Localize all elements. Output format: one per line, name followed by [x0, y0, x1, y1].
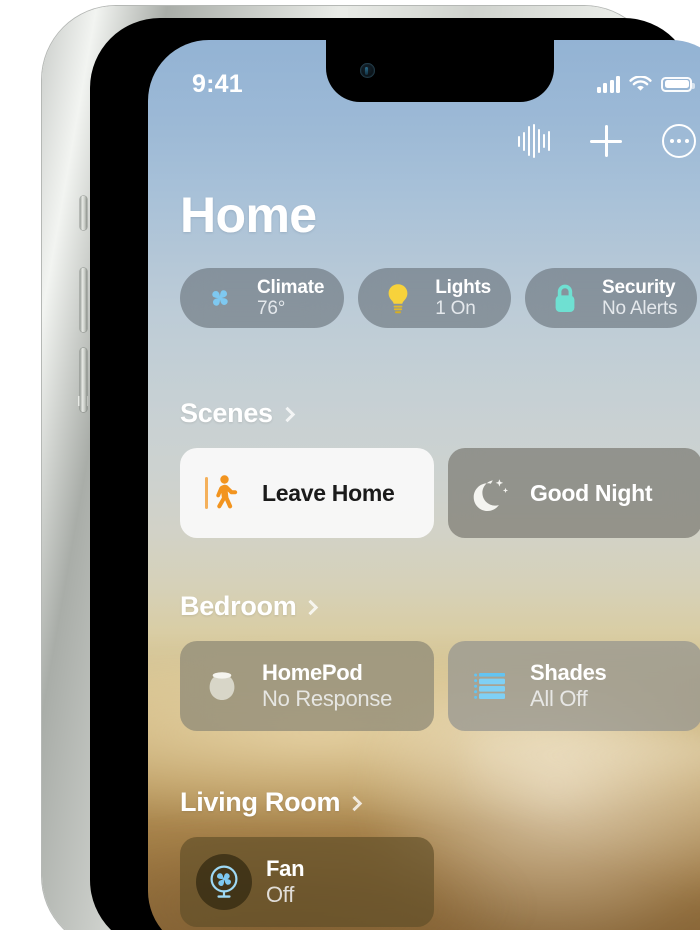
add-accessory-button[interactable] [590, 125, 622, 157]
front-camera-icon [360, 63, 375, 78]
status-pill-title: Climate [257, 276, 325, 298]
chevron-right-icon [346, 795, 363, 811]
status-pill-row: Climate 76° Lights 1 On Security No Aler… [180, 268, 700, 328]
section-header-living-room[interactable]: Living Room [180, 787, 363, 818]
status-pill-climate[interactable]: Climate 76° [180, 268, 345, 328]
fan-icon [210, 865, 238, 898]
display-notch [326, 40, 554, 102]
tile-title: Shades [530, 660, 607, 686]
accessory-tile-homepod[interactable]: HomePod No Response [180, 641, 434, 731]
volume-up-button[interactable] [80, 268, 87, 332]
tile-title: HomePod [262, 660, 363, 686]
scene-tile-leave-home[interactable]: Leave Home [180, 448, 434, 538]
status-pill-text: Climate 76° [257, 277, 324, 320]
screenshot-root: 9:41 Home Climate 76° Lights 1 On Securi… [0, 0, 700, 930]
chevron-right-icon [303, 599, 319, 615]
battery-icon [661, 76, 695, 92]
section-title: Scenes [180, 398, 273, 428]
lock-icon [539, 272, 591, 324]
status-pill-text: Security No Alerts [602, 277, 677, 320]
volume-down-button[interactable] [80, 348, 87, 412]
status-pill-security[interactable]: Security No Alerts [525, 268, 698, 328]
status-clock: 9:41 [192, 69, 243, 98]
wifi-icon [629, 75, 652, 91]
section-header-bedroom[interactable]: Bedroom [180, 591, 319, 622]
siri-waveform-icon[interactable] [517, 124, 550, 158]
tile-title: Fan [266, 856, 305, 882]
tile-subtitle: All Off [530, 686, 588, 711]
status-pill-value: 1 On [435, 298, 476, 319]
tile-title: Leave Home [262, 479, 395, 506]
section-header-scenes[interactable]: Scenes [180, 398, 296, 429]
accessory-tile-fan[interactable]: Fan Off [180, 837, 434, 927]
phone-screen: 9:41 Home Climate 76° Lights 1 On Securi… [148, 40, 700, 930]
tile-subtitle: Off [266, 882, 295, 907]
tile-title: Good Night [530, 479, 653, 506]
tile-text: HomePod No Response [262, 660, 392, 711]
more-options-button[interactable] [662, 124, 696, 158]
moon-stars-icon [464, 467, 516, 519]
tile-row-living-room: Fan Off [180, 837, 434, 927]
status-pill-title: Security [602, 276, 676, 298]
home-toolbar [517, 124, 696, 158]
camera-lens [365, 66, 368, 75]
ring-silent-switch[interactable] [80, 196, 87, 230]
more-options-icon [662, 124, 696, 158]
status-pill-title: Lights [435, 276, 492, 298]
scene-tile-good-night[interactable]: Good Night [448, 448, 700, 538]
section-title: Living Room [180, 787, 341, 817]
chevron-right-icon [279, 406, 296, 422]
fan-icon [194, 272, 246, 324]
page-title: Home [180, 187, 317, 243]
tile-text: Shades All Off [530, 660, 607, 711]
tile-text: Fan Off [266, 856, 305, 907]
lightbulb-icon [372, 272, 424, 324]
status-pill-lights[interactable]: Lights 1 On [358, 268, 512, 328]
frame-nub [338, 8, 348, 18]
fan-icon-button[interactable] [196, 854, 252, 910]
status-pill-value: No Alerts [602, 298, 678, 319]
tile-text: Good Night [530, 480, 652, 507]
home-content: Home Climate 76° Lights 1 On Security No… [148, 40, 700, 930]
status-pill-text: Lights 1 On [435, 277, 491, 320]
plus-icon [590, 125, 622, 157]
walking-person-icon [196, 467, 248, 519]
phone-bezel: 9:41 Home Climate 76° Lights 1 On Securi… [90, 18, 700, 930]
signal-bars-icon [596, 75, 620, 93]
tile-row-scenes: Leave Home Good Night [180, 448, 700, 538]
accessory-tile-shades[interactable]: Shades All Off [448, 641, 700, 731]
status-pill-value: 76° [257, 298, 286, 319]
tile-text: Leave Home [262, 480, 395, 507]
blinds-icon [464, 660, 516, 712]
phone-frame: 9:41 Home Climate 76° Lights 1 On Securi… [42, 6, 700, 930]
tile-subtitle: No Response [262, 686, 392, 711]
tile-row-bedroom: HomePod No Response Shades All Off [180, 641, 700, 731]
homepod-icon [196, 660, 248, 712]
status-indicators [596, 75, 695, 93]
section-title: Bedroom [180, 591, 297, 621]
